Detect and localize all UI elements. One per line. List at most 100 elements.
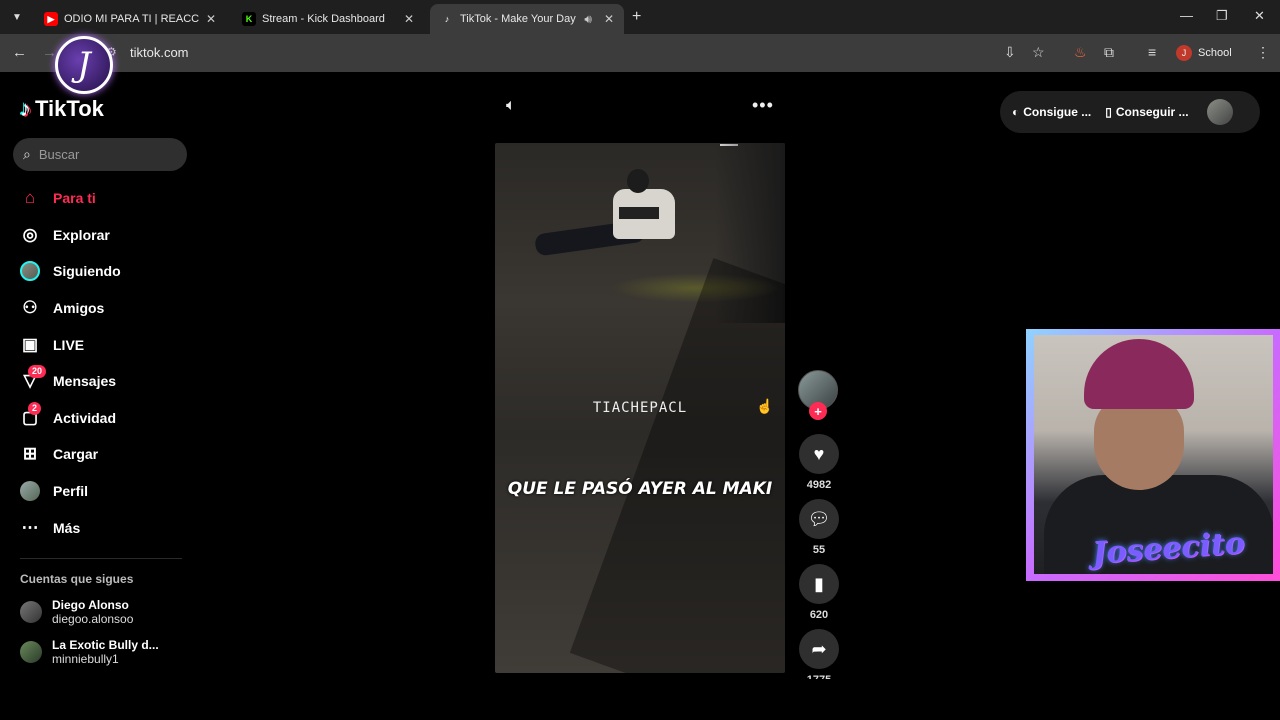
following-section-title: Cuentas que sigues: [20, 572, 134, 586]
youtube-icon: ▶: [44, 12, 58, 26]
following-account[interactable]: La Exotic Bully d... minniebully1: [20, 638, 159, 666]
new-tab-button[interactable]: +: [632, 8, 641, 26]
comment-count: 55: [812, 544, 826, 556]
home-icon: ⌂: [24, 188, 36, 208]
tab-tiktok[interactable]: ♪ TikTok - Make Your Day 🔊︎ ✕: [430, 4, 624, 34]
close-window-button[interactable]: ✕: [1254, 8, 1265, 24]
comment-icon: 💬︎: [799, 499, 839, 539]
share-icon: ➦: [799, 629, 839, 669]
address-bar: ← → ⚙ tiktok.com ⇩ ☆ ♨ ⧉ ≡ J School ⋮: [0, 34, 1280, 72]
extensions-icon[interactable]: ⧉: [1104, 44, 1114, 61]
bookmark-icon: ▮: [799, 564, 839, 604]
messages-badge: 20: [28, 365, 47, 379]
tab-title: Stream - Kick Dashboard: [262, 13, 385, 25]
profile-button[interactable]: J School: [1176, 42, 1232, 64]
media-control-icon[interactable]: ≡: [1148, 44, 1156, 60]
video-shadow: [569, 258, 785, 673]
webcam-feed: Joseecito: [1034, 335, 1273, 574]
close-tab-icon[interactable]: ✕: [206, 12, 216, 26]
tab-kick[interactable]: K Stream - Kick Dashboard ✕: [232, 4, 424, 34]
avatar: [20, 601, 42, 623]
user-avatar[interactable]: [1206, 99, 1233, 125]
activity-badge: 2: [28, 401, 42, 415]
get-app-button[interactable]: ▯ Conseguir ...: [1105, 105, 1188, 119]
close-tab-icon[interactable]: ✕: [404, 12, 414, 26]
nav-label: LIVE: [53, 336, 85, 353]
tab-audio-icon[interactable]: 🔊︎: [584, 12, 592, 27]
compass-icon: ◎: [22, 224, 38, 244]
nav-label: Amigos: [53, 300, 105, 317]
tab-search-button[interactable]: ▼: [6, 6, 28, 28]
tiktok-logo[interactable]: ♪ TikTok: [20, 96, 104, 122]
search-input[interactable]: [38, 147, 169, 162]
close-tab-icon[interactable]: ✕: [604, 12, 614, 26]
live-icon: ▣: [21, 334, 39, 354]
nav-item-live[interactable]: ▣ LIVE: [20, 326, 200, 363]
avatar-icon: [20, 261, 40, 282]
nav-item-actividad[interactable]: ▢ 2 Actividad: [20, 400, 200, 437]
save-button[interactable]: ▮ 620: [798, 564, 840, 621]
nav-item-siguiendo[interactable]: Siguiendo: [20, 253, 200, 290]
nav-label: Perfil: [53, 483, 89, 500]
browser-tab-bar: ▼ ▶ ODIO MI PARA TI | REACCIONA ✕ K Stre…: [0, 0, 1280, 34]
sidebar-nav: ⌂ Para ti ◎ Explorar Siguiendo ⚇ Amigos …: [20, 180, 200, 546]
kick-icon: K: [242, 12, 256, 26]
restore-button[interactable]: ❐: [1216, 8, 1228, 24]
top-right-actions: ◐ Consigue ... ▯ Conseguir ...: [1000, 91, 1260, 133]
tab-youtube[interactable]: ▶ ODIO MI PARA TI | REACCIONA ✕: [34, 4, 226, 34]
install-app-icon[interactable]: ⇩: [1004, 44, 1016, 61]
video-player[interactable]: TIACHEPACL QUE LE PASÓ AYER AL MAKI: [495, 143, 785, 673]
tiktok-note-icon: ♪: [20, 96, 31, 121]
search-box[interactable]: ⌕: [13, 138, 187, 171]
account-name: Diego Alonso: [52, 598, 129, 612]
profile-avatar-icon: [20, 481, 40, 502]
more-options-icon[interactable]: •••: [752, 95, 774, 116]
stream-overlay-logo: J: [55, 36, 113, 94]
coin-icon: ◐: [1012, 105, 1020, 119]
like-count: 4982: [806, 479, 832, 491]
messages-icon: ▽ 20: [20, 365, 47, 391]
nav-label: Más: [53, 519, 81, 536]
account-name: La Exotic Bully d...: [52, 638, 159, 652]
follow-plus-icon[interactable]: +: [809, 402, 827, 420]
heart-icon: ♥: [799, 434, 839, 474]
nav-item-para-ti[interactable]: ⌂ Para ti: [20, 180, 200, 217]
extension-flame-icon[interactable]: ♨: [1074, 44, 1087, 61]
upload-icon: ⊞: [22, 444, 38, 464]
following-account[interactable]: Diego Alonso diegoo.alonsoo: [20, 598, 133, 626]
save-count: 620: [809, 609, 829, 621]
profile-label: School: [1198, 47, 1232, 59]
nav-item-amigos[interactable]: ⚇ Amigos: [20, 290, 200, 327]
browser-menu-icon[interactable]: ⋮: [1256, 44, 1270, 61]
nav-label: Mensajes: [53, 373, 117, 390]
search-icon: ⌕: [23, 146, 31, 162]
back-button[interactable]: ←: [12, 44, 27, 61]
share-button[interactable]: ➦ 1775: [798, 629, 840, 679]
nav-item-cargar[interactable]: ⊞ Cargar: [20, 436, 200, 473]
more-icon: ⋯: [21, 517, 39, 537]
nav-label: Explorar: [53, 226, 110, 243]
get-coins-button[interactable]: ◐ Consigue ...: [1012, 105, 1091, 119]
account-username: diegoo.alonsoo: [52, 612, 134, 626]
tab-title: TikTok - Make Your Day: [460, 13, 576, 25]
comment-button[interactable]: 💬︎ 55: [798, 499, 840, 556]
nav-item-mensajes[interactable]: ▽ 20 Mensajes: [20, 363, 200, 400]
nav-label: Siguiendo: [53, 263, 121, 280]
nav-item-explorar[interactable]: ◎ Explorar: [20, 217, 200, 254]
friends-icon: ⚇: [22, 298, 38, 318]
minimize-button[interactable]: —: [1180, 8, 1193, 23]
video-person: [534, 165, 685, 275]
volume-icon[interactable]: 🔈︎: [506, 97, 516, 115]
sidebar-divider: [20, 558, 182, 559]
url-field[interactable]: tiktok.com: [130, 45, 189, 60]
brand-name: TikTok: [35, 96, 104, 121]
bookmark-star-icon[interactable]: ☆: [1032, 44, 1045, 61]
nav-item-perfil[interactable]: Perfil: [20, 473, 200, 510]
tiktok-icon: ♪: [444, 14, 450, 24]
tab-title: ODIO MI PARA TI | REACCIONA: [64, 13, 200, 25]
nav-item-mas[interactable]: ⋯ Más: [20, 509, 200, 546]
video-caption: QUE LE PASÓ AYER AL MAKI: [507, 479, 773, 499]
like-button[interactable]: ♥ 4982: [798, 434, 840, 491]
profile-avatar: J: [1176, 45, 1192, 61]
share-count: 1775: [798, 674, 840, 679]
